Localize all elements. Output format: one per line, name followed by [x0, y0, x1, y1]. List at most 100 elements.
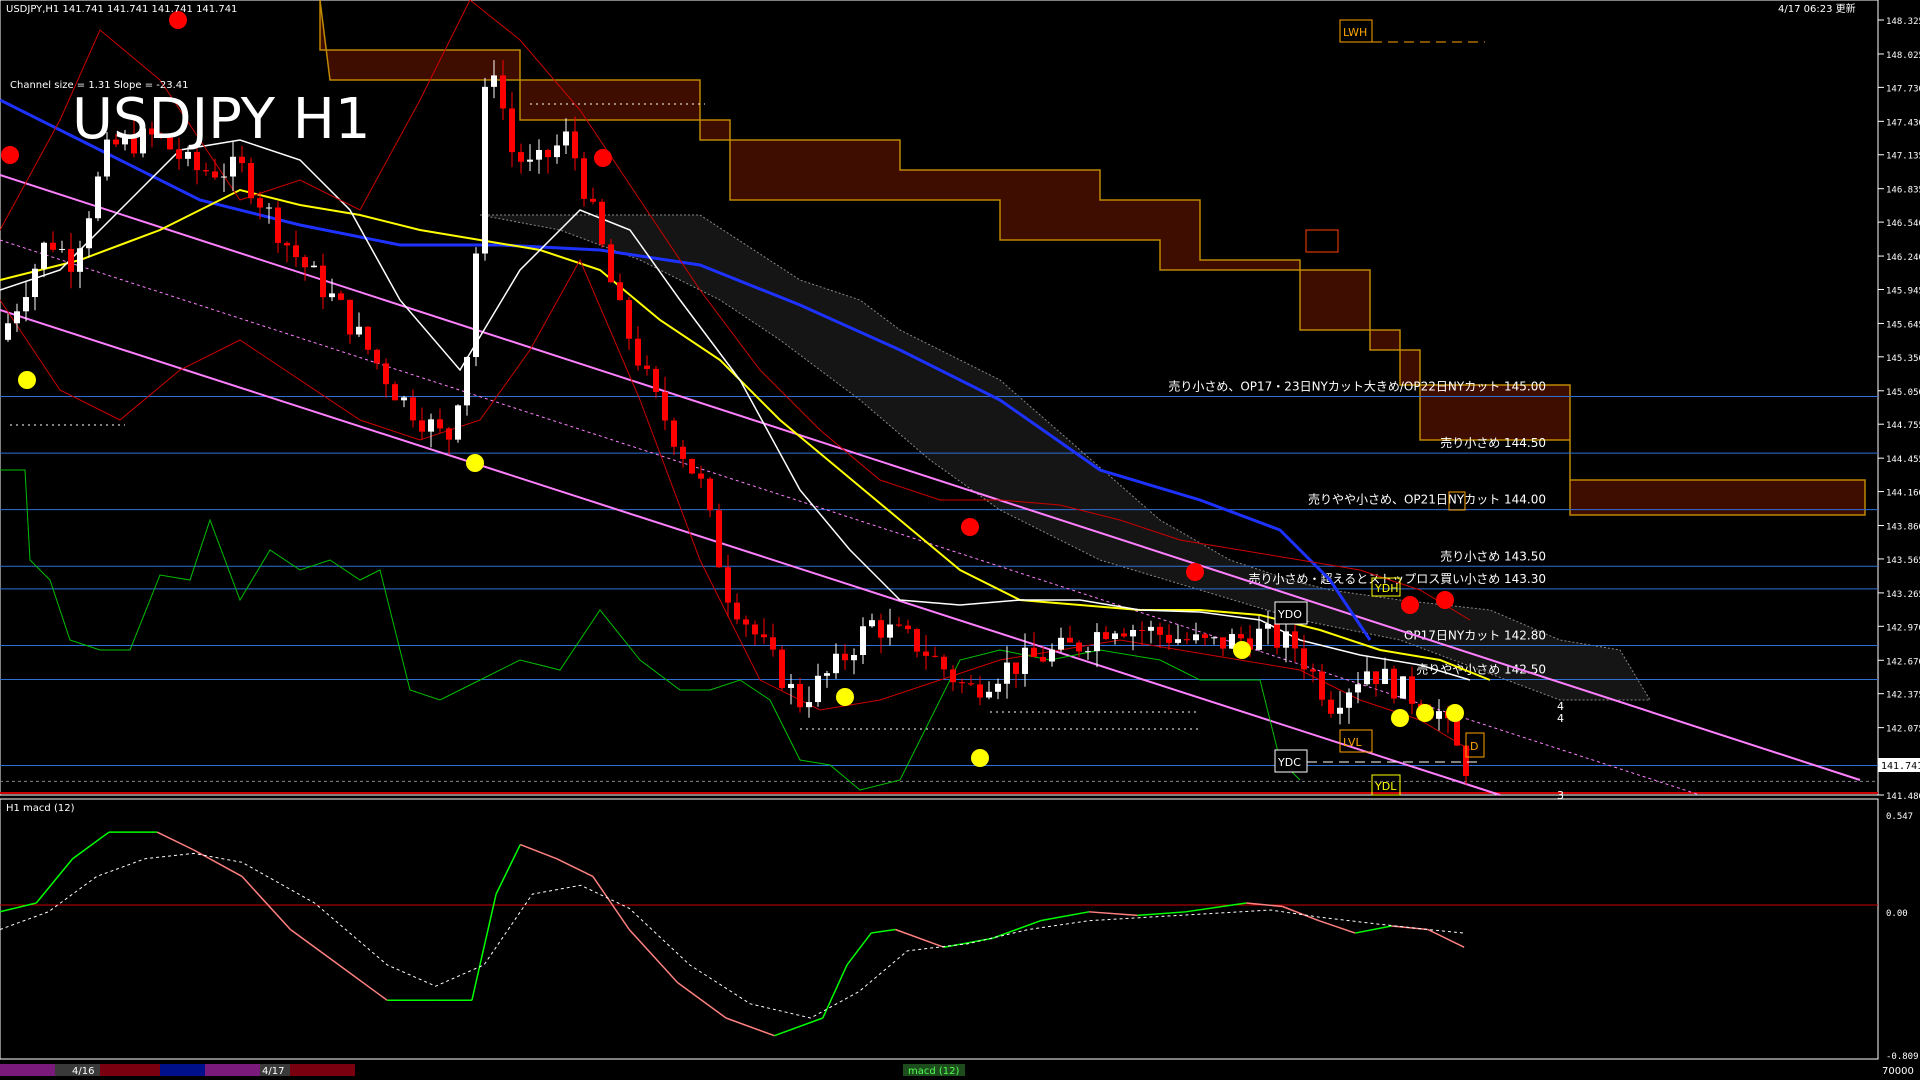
candle-body [842, 653, 848, 661]
candle-body [725, 567, 731, 603]
candle-body [1193, 634, 1199, 641]
macd-main-segment [35, 858, 74, 904]
price-tick-label: 143.860 [1886, 523, 1920, 533]
header-left: USDJPY,H1 141.741 141.741 141.741 141.74… [6, 4, 237, 15]
candle-body [491, 75, 497, 87]
channel-upper-line [0, 174, 1861, 781]
candle-body [257, 198, 263, 208]
macd-main-segment [628, 929, 679, 984]
price-tick-label: 148.025 [1886, 51, 1920, 61]
candle-body [1049, 649, 1055, 662]
candle-body [1112, 633, 1118, 640]
macd-main-segment [774, 1017, 824, 1037]
marker-ydc-text: YDC [1277, 756, 1301, 769]
candle-body [1085, 651, 1091, 653]
candle-body [905, 625, 911, 630]
price-tick-label: 145.050 [1886, 388, 1920, 398]
bollinger-red-lower [0, 258, 1471, 751]
candle-body [779, 649, 785, 688]
candle-body [5, 323, 11, 340]
candle-body [959, 682, 965, 684]
price-tick-label: 144.455 [1886, 455, 1920, 465]
price-tick-label: 147.135 [1886, 152, 1920, 162]
macd-main-segment [72, 831, 110, 860]
candle-body [212, 171, 218, 178]
candle-body [428, 419, 434, 432]
candle-body [1166, 634, 1172, 643]
macd-tick-label: 0.547 [1886, 812, 1913, 822]
candle-body [1256, 628, 1262, 650]
bottom-indicator-label[interactable]: macd (12) [908, 1066, 960, 1077]
candle-body [977, 684, 983, 698]
candle-body [1094, 632, 1100, 652]
candle-body [563, 131, 569, 146]
candle-body [626, 300, 632, 339]
candle-body [1211, 637, 1217, 639]
bottom-segment-3 [100, 1064, 160, 1076]
candle-body [833, 653, 839, 674]
candle-body [437, 419, 443, 429]
candle-body [1292, 631, 1298, 649]
candle-body [581, 158, 587, 199]
volume-label: 70000 [1882, 1066, 1914, 1077]
candle-body [716, 510, 722, 568]
macd-main-segment [1137, 911, 1186, 917]
candle-body [86, 218, 92, 249]
candle-body [1175, 639, 1181, 643]
candle-body [1121, 633, 1127, 637]
macd-main-segment [520, 843, 557, 860]
macd-main-segment [871, 928, 896, 934]
candle-body [194, 151, 200, 171]
candle-body [788, 683, 794, 688]
candle-body [248, 163, 254, 199]
marker-ydh-text: YDH [1374, 582, 1398, 595]
candle-body [455, 405, 461, 440]
candle-body [419, 420, 425, 432]
candle-body [284, 242, 290, 246]
candle-body [941, 656, 947, 670]
candle-body [329, 293, 335, 298]
candle-body [1184, 639, 1190, 641]
marker-ydo-text: YDO [1277, 608, 1302, 621]
candle-body [32, 268, 38, 298]
candle-body [932, 655, 938, 657]
candle-body [995, 683, 1001, 692]
candle-body [1139, 630, 1145, 632]
candle-body [410, 397, 416, 421]
price-tick-label: 144.160 [1886, 489, 1920, 499]
candle-body [1283, 631, 1289, 648]
candle-body [1103, 632, 1109, 640]
candle-body [1319, 671, 1325, 700]
date-label-416: 4/16 [72, 1066, 94, 1077]
candle-body [554, 145, 560, 158]
bottom-segment-4 [160, 1064, 205, 1076]
price-tick-label: 146.240 [1886, 253, 1920, 263]
price-tick-label: 147.730 [1886, 84, 1920, 94]
candle-body [77, 248, 83, 272]
candle-body [545, 149, 551, 158]
marker-ydl-text: YDL [1374, 780, 1397, 793]
candle-body [41, 242, 47, 269]
macd-tick-label: -0.809 [1886, 1052, 1919, 1062]
candle-body [644, 365, 650, 369]
candle-body [320, 265, 326, 298]
candle-body [752, 624, 758, 635]
kumo-cloud-lower [479, 214, 1651, 701]
macd-main-segment [1427, 928, 1465, 948]
candle-body [914, 629, 920, 652]
price-tick-label: 141.480 [1886, 792, 1920, 802]
candle-body [1265, 624, 1271, 629]
macd-main-segment [0, 902, 37, 913]
marker-lvl-text: LVL [1343, 736, 1362, 749]
candle-body [239, 156, 245, 164]
candle-body [1409, 676, 1415, 704]
candle-body [383, 363, 389, 385]
candle-body [743, 619, 749, 625]
candle-body [635, 338, 641, 366]
candle-body [275, 207, 281, 243]
candle-body [518, 152, 524, 162]
macd-main-segment [846, 932, 872, 966]
candle-body [464, 357, 470, 406]
right-label-b: 4 [1557, 712, 1564, 725]
candle-body [1067, 637, 1073, 643]
